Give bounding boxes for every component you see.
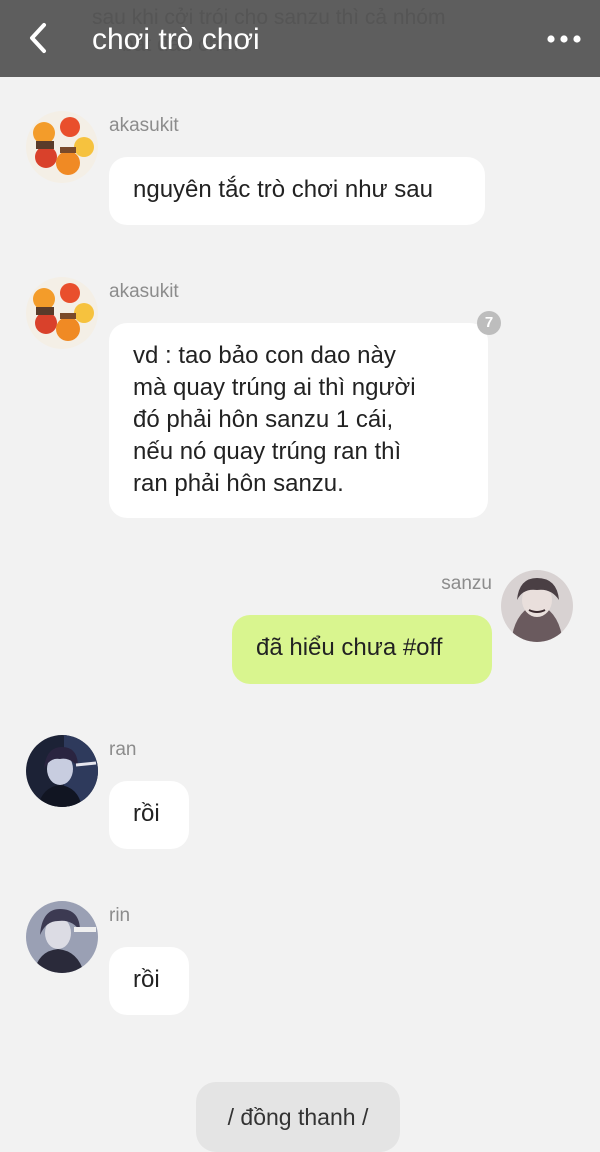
more-horizontal-icon (547, 35, 581, 43)
ran-avatar[interactable] (26, 735, 98, 807)
rin-avatar[interactable] (26, 901, 98, 973)
message-username: akasukit (109, 281, 179, 302)
narration-bubble[interactable]: / đồng thanh / (196, 1082, 400, 1152)
own-message-bubble[interactable]: đã hiểu chưa #off (232, 615, 492, 684)
reply-count-badge[interactable]: 7 (477, 311, 501, 335)
message-bubble[interactable]: rồi (109, 947, 189, 1015)
sanzu-avatar[interactable] (501, 570, 573, 642)
back-button[interactable] (18, 18, 58, 58)
chevron-left-icon (30, 23, 46, 53)
message-bubble[interactable]: nguyên tắc trò chơi như sau (109, 157, 485, 225)
page-title: chơi trò chơi (92, 23, 260, 56)
akasukit-avatar[interactable] (26, 277, 98, 349)
message-username: ran (109, 739, 137, 760)
message-bubble[interactable]: rồi (109, 781, 189, 849)
message-username: rin (109, 905, 131, 926)
more-options-button[interactable] (544, 24, 584, 54)
top-bar: sau khi cởi trói cho sanzu thì cả nhóm b… (0, 0, 600, 77)
message-bubble[interactable]: vd : tao bảo con dao này mà quay trúng a… (109, 323, 488, 518)
akasukit-avatar[interactable] (26, 111, 98, 183)
message-username: sanzu (441, 573, 492, 594)
message-username: akasukit (109, 115, 179, 136)
